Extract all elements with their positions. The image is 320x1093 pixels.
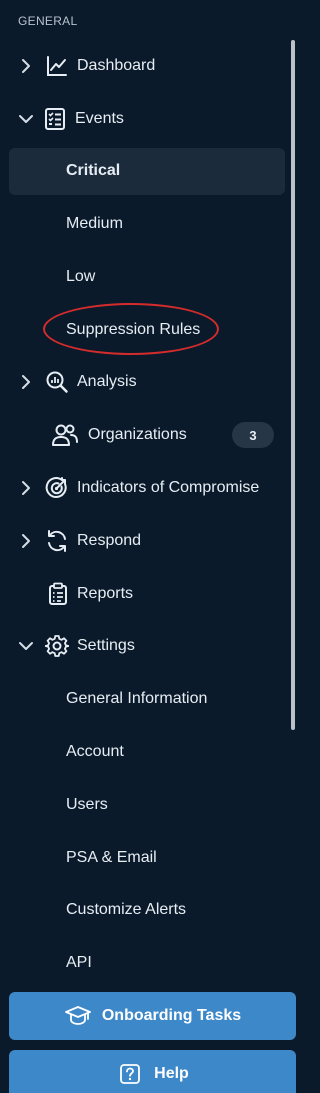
nav-subitem-label: Users: [66, 796, 108, 813]
onboarding-tasks-button[interactable]: Onboarding Tasks: [9, 992, 296, 1040]
nav-item-analysis[interactable]: Analysis: [0, 362, 290, 402]
nav-item-label: Reports: [77, 585, 134, 602]
graduation-cap-icon: [64, 1002, 92, 1030]
scrollbar-thumb[interactable]: [291, 40, 295, 730]
nav-item-indicators-of-compromise[interactable]: Indicators of Compromise: [0, 468, 290, 508]
nav-item-label: Settings: [77, 637, 135, 654]
chevron-down-icon[interactable]: [16, 109, 36, 129]
help-label: Help: [154, 1065, 189, 1082]
nav-item-dashboard[interactable]: Dashboard: [0, 46, 290, 86]
nav-item-label: Events: [75, 110, 124, 127]
nav-item-organizations[interactable]: Organizations 3: [0, 415, 290, 455]
nav-item-label: Indicators of Compromise: [77, 479, 260, 496]
nav-subitem-critical[interactable]: Critical: [0, 151, 290, 191]
chevron-right-icon[interactable]: [16, 56, 36, 76]
gear-icon: [44, 633, 70, 659]
nav-item-label: Dashboard: [77, 57, 156, 74]
nav-subitem-label: Account: [66, 743, 124, 760]
nav-subitem-general-information[interactable]: General Information: [0, 679, 290, 719]
nav-item-label: Organizations: [88, 426, 187, 443]
nav-item-reports[interactable]: Reports: [0, 574, 290, 614]
nav-subitem-account[interactable]: Account: [0, 732, 290, 772]
nav-item-events[interactable]: Events: [0, 99, 290, 139]
nav-subitem-label: Critical: [66, 162, 121, 179]
help-button[interactable]: Help: [9, 1050, 296, 1093]
nav-subitem-psa-email[interactable]: PSA & Email: [0, 838, 290, 878]
chevron-right-icon[interactable]: [16, 531, 36, 551]
section-title: GENERAL: [18, 14, 78, 28]
line-chart-icon: [44, 53, 70, 79]
nav-subitem-label: Low: [66, 268, 96, 285]
nav-subitem-low[interactable]: Low: [0, 257, 290, 297]
nav-subitem-label: Customize Alerts: [66, 901, 187, 918]
chevron-right-icon[interactable]: [16, 478, 36, 498]
nav-subitem-suppression-rules[interactable]: Suppression Rules: [0, 310, 290, 350]
nav-subitem-label: Suppression Rules: [66, 321, 201, 338]
nav-subitem-medium[interactable]: Medium: [0, 204, 290, 244]
target-icon: [44, 475, 70, 501]
count-badge: 3: [232, 422, 274, 448]
nav-subitem-label: PSA & Email: [66, 849, 157, 866]
nav-subitem-label: Medium: [66, 215, 123, 232]
checklist-icon: [42, 106, 68, 132]
nav-subitem-label: API: [66, 954, 92, 971]
refresh-icon: [44, 528, 70, 554]
nav-item-settings[interactable]: Settings: [0, 626, 290, 666]
nav-subitem-api[interactable]: API: [0, 943, 290, 983]
scrollbar-track[interactable]: [291, 0, 296, 1093]
nav-item-label: Analysis: [77, 373, 137, 390]
chevron-right-icon[interactable]: [16, 372, 36, 392]
chevron-down-icon[interactable]: [16, 636, 36, 656]
onboarding-tasks-label: Onboarding Tasks: [101, 1007, 242, 1024]
nav-subitem-customize-alerts[interactable]: Customize Alerts: [0, 890, 290, 930]
nav-item-label: Respond: [77, 532, 142, 549]
nav-subitem-label: General Information: [66, 690, 208, 707]
people-icon: [51, 422, 79, 448]
question-box-icon: [116, 1060, 144, 1088]
nav-subitem-users[interactable]: Users: [0, 785, 290, 825]
sidebar: GENERAL Dashboard Events Critical Medium…: [0, 0, 296, 1093]
nav-item-respond[interactable]: Respond: [0, 521, 290, 561]
clipboard-icon: [47, 581, 69, 607]
magnify-chart-icon: [44, 369, 70, 395]
